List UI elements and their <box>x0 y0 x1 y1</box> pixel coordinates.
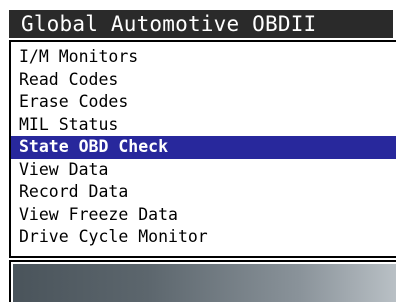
menu-item-record-data[interactable]: Record Data <box>11 181 396 204</box>
menu-item-erase-codes[interactable]: Erase Codes <box>11 91 396 114</box>
scan-tool-screen: Global Automotive OBDII I/M Monitors Rea… <box>0 0 396 302</box>
menu-list: I/M Monitors Read Codes Erase Codes MIL … <box>11 46 396 249</box>
menu-item-drive-cycle-monitor[interactable]: Drive Cycle Monitor <box>11 226 396 249</box>
menu-item-state-obd-check[interactable]: State OBD Check <box>11 136 396 159</box>
menu-item-view-data[interactable]: View Data <box>11 159 396 182</box>
menu-item-view-freeze-data[interactable]: View Freeze Data <box>11 204 396 227</box>
menu-item-read-codes[interactable]: Read Codes <box>11 69 396 92</box>
screen-title: Global Automotive OBDII <box>9 10 393 38</box>
menu-item-mil-status[interactable]: MIL Status <box>11 114 396 137</box>
status-bar <box>13 264 396 302</box>
menu-panel: I/M Monitors Read Codes Erase Codes MIL … <box>9 40 396 258</box>
menu-item-im-monitors[interactable]: I/M Monitors <box>11 46 396 69</box>
status-panel <box>9 260 396 302</box>
